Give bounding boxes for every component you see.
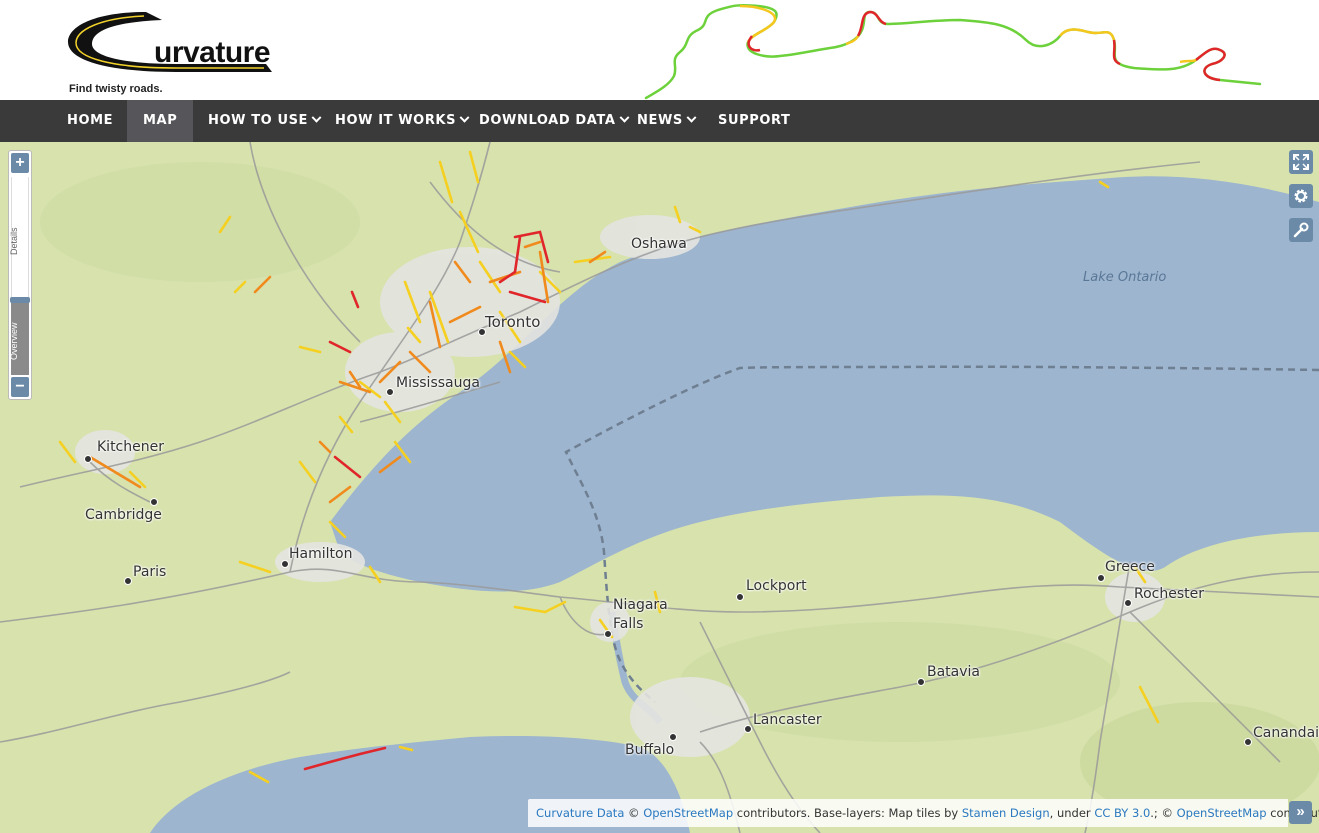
city-marker <box>386 388 394 396</box>
city-marker <box>604 630 612 638</box>
nav-news[interactable]: NEWS <box>621 100 711 142</box>
nav-how-it-works-label: HOW IT WORKS <box>335 113 457 128</box>
city-label-lancaster[interactable]: Lancaster <box>753 712 822 728</box>
city-marker <box>736 593 744 601</box>
city-label-oshawa[interactable]: Oshawa <box>631 236 687 252</box>
city-marker <box>124 577 132 585</box>
attribution-toggle-button[interactable]: » <box>1289 801 1312 824</box>
city-marker <box>917 678 925 686</box>
city-label-niagara[interactable]: Niagara <box>613 597 668 613</box>
gear-icon <box>1294 189 1308 203</box>
overview-label: Overview <box>9 322 19 360</box>
attrib-text: contributors. Base-layers: Map tiles by <box>733 806 962 820</box>
nav-news-label: NEWS <box>637 113 683 128</box>
map-view[interactable]: Oshawa Toronto Mississauga Kitchener Cam… <box>0 142 1319 833</box>
wrench-icon <box>1293 222 1309 238</box>
city-label-paris[interactable]: Paris <box>133 564 166 580</box>
city-marker <box>150 498 158 506</box>
map-attribution: Curvature Data © OpenStreetMap contribut… <box>528 799 1319 827</box>
city-marker <box>281 560 289 568</box>
details-label: Details <box>9 227 19 255</box>
zoom-out-button[interactable]: − <box>11 377 29 397</box>
attrib-text: © <box>624 806 644 820</box>
main-nav: HOME MAP HOW TO USE HOW IT WORKS DOWNLOA… <box>0 100 1319 142</box>
curvature-data-link[interactable]: Curvature Data <box>536 806 624 820</box>
nav-map-label: MAP <box>143 113 178 128</box>
city-label-toronto[interactable]: Toronto <box>485 313 540 331</box>
city-label-lockport[interactable]: Lockport <box>746 578 807 594</box>
nav-support-label: SUPPORT <box>718 113 791 128</box>
city-marker <box>1244 738 1252 746</box>
city-marker <box>669 733 677 741</box>
logo-wordmark: urvature <box>154 36 271 69</box>
header-road-graphic <box>644 3 1262 100</box>
cc-license-link[interactable]: CC BY 3.0 <box>1094 806 1150 820</box>
nav-home-label: HOME <box>67 113 114 128</box>
city-label-kitchener[interactable]: Kitchener <box>97 439 164 455</box>
city-marker <box>1124 599 1132 607</box>
nav-how-to-use-label: HOW TO USE <box>208 113 309 128</box>
nav-map[interactable]: MAP <box>127 100 194 142</box>
nav-download-data[interactable]: DOWNLOAD DATA <box>463 100 644 142</box>
nav-home[interactable]: HOME <box>51 100 129 142</box>
city-label-falls[interactable]: Falls <box>613 616 643 632</box>
stamen-link[interactable]: Stamen Design <box>962 806 1050 820</box>
zoom-in-button[interactable]: + <box>11 153 29 173</box>
site-header: urvature Find twisty roads. <box>0 0 1319 100</box>
zoom-slider-handle[interactable] <box>10 297 30 303</box>
tools-button[interactable] <box>1289 218 1313 242</box>
osm-link-2[interactable]: OpenStreetMap <box>1177 806 1267 820</box>
chevron-down-icon <box>686 112 697 123</box>
city-marker <box>1097 574 1105 582</box>
city-label-mississauga[interactable]: Mississauga <box>396 375 480 391</box>
fullscreen-icon <box>1293 154 1309 170</box>
settings-button[interactable] <box>1289 184 1313 208</box>
city-label-rochester[interactable]: Rochester <box>1134 586 1204 602</box>
lake-label: Lake Ontario <box>1083 270 1167 285</box>
city-marker <box>744 725 752 733</box>
nav-how-it-works[interactable]: HOW IT WORKS <box>319 100 484 142</box>
nav-download-data-label: DOWNLOAD DATA <box>479 113 616 128</box>
osm-link[interactable]: OpenStreetMap <box>643 806 733 820</box>
city-label-canandaigua[interactable]: Canandaigua <box>1253 725 1319 741</box>
attrib-text: , under <box>1049 806 1095 820</box>
zoom-control: + Details Overview − <box>8 150 32 400</box>
nav-support[interactable]: SUPPORT <box>702 100 807 142</box>
city-label-hamilton[interactable]: Hamilton <box>289 546 352 562</box>
tagline: Find twisty roads. <box>69 83 163 95</box>
city-marker <box>84 455 92 463</box>
attrib-text: .; © <box>1150 806 1177 820</box>
city-label-buffalo[interactable]: Buffalo <box>625 742 674 758</box>
city-label-cambridge[interactable]: Cambridge <box>85 507 162 523</box>
nav-how-to-use[interactable]: HOW TO USE <box>192 100 336 142</box>
city-label-batavia[interactable]: Batavia <box>927 664 980 680</box>
fullscreen-button[interactable] <box>1289 150 1313 174</box>
city-label-greece[interactable]: Greece <box>1105 559 1155 575</box>
